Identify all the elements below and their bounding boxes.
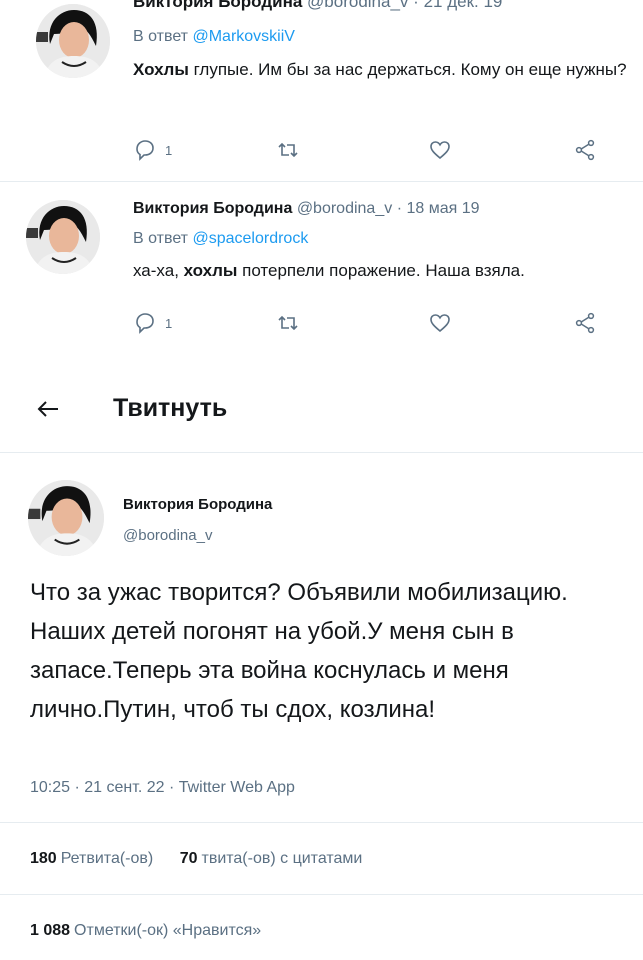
- top-bar: Твитнуть: [0, 380, 643, 440]
- share-icon: [575, 139, 595, 161]
- author-handle[interactable]: @borodina_v: [297, 200, 392, 217]
- replying-to: В ответ @MarkovskiiV: [133, 28, 295, 46]
- author-name[interactable]: Виктория Бородина: [133, 0, 302, 11]
- like-button[interactable]: [428, 311, 452, 335]
- like-icon: [430, 314, 450, 333]
- author-name[interactable]: Виктория Бородина: [133, 200, 292, 217]
- reply-button[interactable]: 1: [133, 311, 172, 335]
- author-handle[interactable]: @borodina_v: [307, 0, 408, 11]
- reply-button[interactable]: 1: [133, 138, 172, 162]
- retweet-icon: [278, 142, 298, 158]
- retweets-link[interactable]: 180 Ретвита(-ов): [30, 850, 153, 867]
- tweet-text-bold: хохлы: [183, 261, 238, 280]
- tweet-time[interactable]: 10:25: [30, 779, 70, 796]
- share-button[interactable]: [573, 311, 597, 335]
- tweet-text: Хохлы глупые. Им бы за нас держаться. Ко…: [133, 56, 633, 84]
- avatar[interactable]: [28, 480, 104, 556]
- tweet-text: Что за ужас творится? Объявили мобилизац…: [30, 579, 568, 723]
- avatar-image: [36, 4, 110, 78]
- avatar-image: [26, 200, 100, 274]
- retweets-count: 180: [30, 850, 57, 867]
- reply-count: 1: [165, 142, 173, 158]
- avatar[interactable]: [26, 200, 100, 274]
- reply-count: 1: [165, 315, 173, 331]
- replying-prefix: В ответ: [133, 28, 189, 45]
- like-button[interactable]: [428, 138, 452, 162]
- separator-dot: ·: [413, 0, 419, 11]
- author-name[interactable]: Виктория Бородина: [123, 496, 272, 513]
- tweet-source[interactable]: Twitter Web App: [179, 779, 295, 796]
- reply-icon: [136, 313, 154, 334]
- tweet-text-rest: глупые. Им бы за нас держаться. Кому он …: [188, 60, 627, 79]
- retweet-icon: [278, 315, 298, 331]
- separator-dot: ·: [396, 200, 403, 217]
- avatar-image: [28, 480, 104, 556]
- divider: [0, 894, 643, 895]
- quotes-link[interactable]: 70 твита(-ов) с цитатами: [180, 850, 363, 867]
- reply-icon: [136, 140, 154, 161]
- replying-handle[interactable]: @spacelordrock: [192, 230, 308, 247]
- likes-label: Отметки(-ок) «Нравится»: [74, 922, 262, 939]
- tweet-actions: 1: [133, 311, 603, 337]
- quotes-label: твита(-ов) с цитатами: [201, 850, 363, 867]
- tweet-text-rest: потерпели поражение. Наша взяла.: [237, 261, 525, 280]
- tweet-text-bold: Хохлы: [133, 60, 189, 79]
- divider: [0, 181, 643, 182]
- quotes-count: 70: [179, 850, 198, 867]
- share-button[interactable]: [573, 138, 597, 162]
- divider: [0, 822, 643, 823]
- page-title: Твитнуть: [113, 394, 228, 422]
- retweet-button[interactable]: [276, 138, 300, 162]
- like-icon: [430, 141, 450, 160]
- replying-handle[interactable]: @MarkovskiiV: [192, 28, 294, 45]
- tweet-header: Виктория Бородина @borodina_v · 18 мая 1…: [133, 200, 480, 218]
- back-arrow-icon: [37, 401, 58, 417]
- tweet-text: ха-ха, хохлы потерпели поражение. Наша в…: [133, 257, 638, 285]
- share-icon: [575, 312, 595, 334]
- avatar[interactable]: [36, 4, 110, 78]
- tweet-header: Виктория Бородина @borodina_v · 21 дек. …: [133, 0, 502, 12]
- tweet-date[interactable]: 21 дек. 19: [424, 0, 503, 11]
- separator-dot: ·: [168, 779, 175, 796]
- tweet-meta: 10:25 · 21 сент. 22 · Twitter Web App: [30, 779, 295, 797]
- back-button[interactable]: [34, 395, 62, 423]
- retweet-button[interactable]: [276, 311, 300, 335]
- separator-dot: ·: [74, 779, 80, 796]
- replying-to: В ответ @spacelordrock: [133, 230, 308, 248]
- tweet-actions: 1: [133, 138, 603, 164]
- retweets-label: Ретвита(-ов): [60, 850, 154, 867]
- divider: [0, 452, 643, 453]
- replying-prefix: В ответ: [133, 230, 189, 247]
- tweet-date[interactable]: 18 мая 19: [406, 200, 479, 217]
- tweet-text-start: ха-ха,: [133, 261, 184, 280]
- author-handle[interactable]: @borodina_v: [123, 527, 212, 544]
- likes-stats[interactable]: 1 088 Отметки(-ок) «Нравится»: [30, 922, 261, 940]
- likes-count: 1 088: [30, 922, 71, 939]
- tweet-date[interactable]: 21 сент. 22: [84, 779, 164, 796]
- retweet-stats: 180 Ретвита(-ов) 70 твита(-ов) с цитатами: [30, 850, 362, 868]
